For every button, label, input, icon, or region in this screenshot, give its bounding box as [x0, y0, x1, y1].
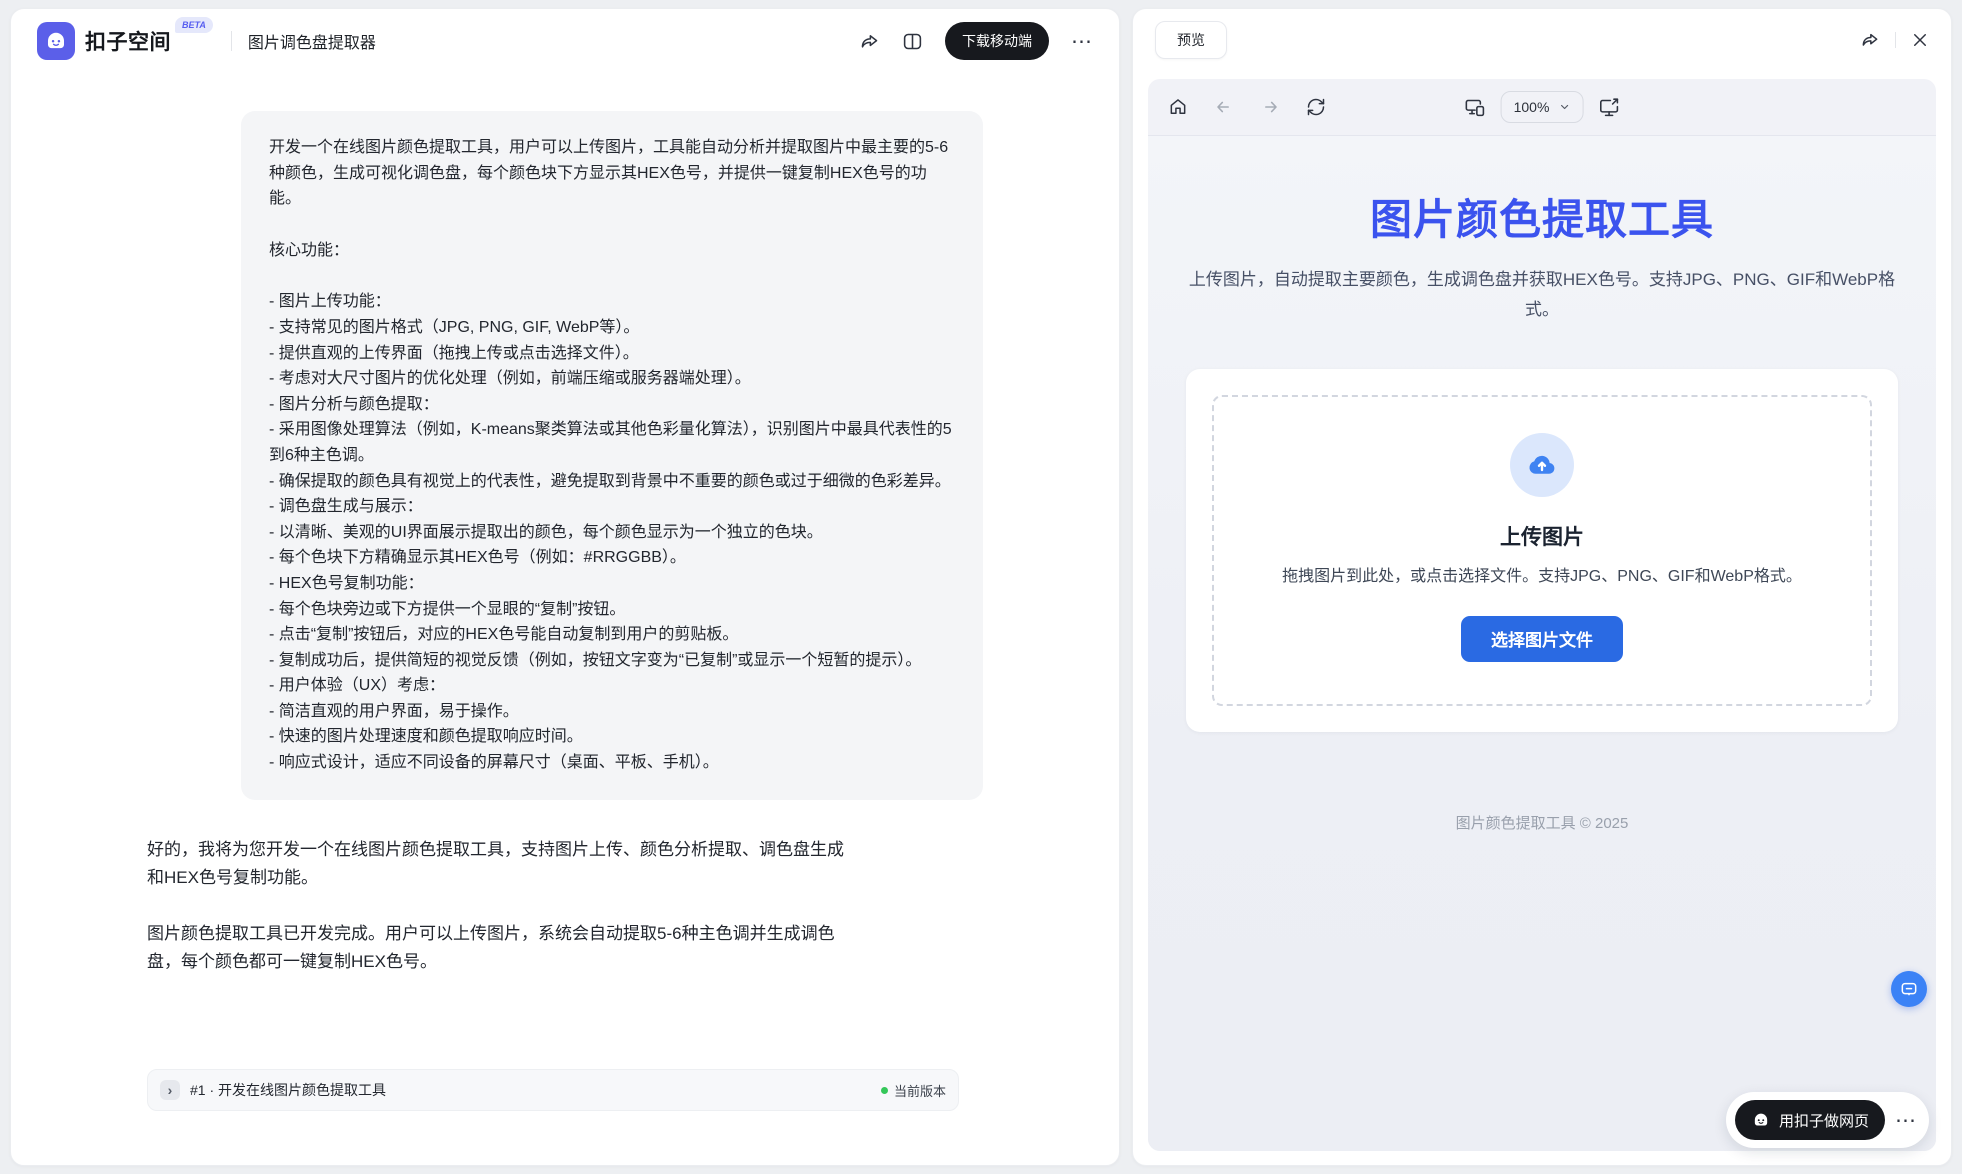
home-icon	[1168, 97, 1188, 117]
user-message-bullet: - 调色盘生成与展示：	[269, 494, 955, 520]
screen-share-icon	[1598, 97, 1619, 118]
upload-card: 上传图片 拖拽图片到此处，或点击选择文件。支持JPG、PNG、GIF和WebP格…	[1186, 369, 1898, 732]
user-message-bullet: - 考虑对大尺寸图片的优化处理（例如，前端压缩或服务器端处理）。	[269, 366, 955, 392]
close-preview-button[interactable]	[1911, 31, 1929, 49]
download-mobile-button[interactable]: 下载移动端	[945, 22, 1049, 60]
user-message-bullet: - HEX色号复制功能：	[269, 571, 955, 597]
assistant-reply-paragraph: 图片颜色提取工具已开发完成。用户可以上传图片，系统会自动提取5-6种主色调并生成…	[147, 920, 847, 976]
upload-icon-circle	[1510, 433, 1574, 497]
user-message-section-label: 核心功能：	[269, 238, 955, 264]
forward-button[interactable]	[1260, 97, 1280, 117]
refresh-button[interactable]	[1306, 97, 1326, 117]
upload-dropzone[interactable]: 上传图片 拖拽图片到此处，或点击选择文件。支持JPG、PNG、GIF和WebP格…	[1212, 395, 1872, 706]
chevron-down-icon	[1558, 101, 1570, 113]
chat-thread: 开发一个在线图片颜色提取工具，用户可以上传图片，工具能自动分析并提取图片中最主要…	[11, 73, 1119, 1165]
workspace-header: 扣子空间 BETA 图片调色盘提取器 下载移动端 ⋯	[11, 9, 1119, 73]
chat-fab-button[interactable]	[1891, 971, 1927, 1007]
user-message-bullet: - 图片分析与颜色提取：	[269, 392, 955, 418]
user-message-bullet: - 响应式设计，适应不同设备的屏幕尺寸（桌面、平板、手机）。	[269, 750, 955, 776]
home-button[interactable]	[1168, 97, 1188, 117]
split-view-icon	[902, 31, 923, 52]
back-button[interactable]	[1214, 97, 1234, 117]
zoom-level-dropdown[interactable]: 100%	[1501, 91, 1584, 123]
user-message-bullet-list: - 图片上传功能：- 支持常见的图片格式（JPG, PNG, GIF, WebP…	[269, 289, 955, 775]
coze-mascot-icon	[43, 28, 69, 54]
coze-logo	[37, 22, 75, 60]
user-message-bullet: - 每个色块旁边或下方提供一个显眼的“复制”按钮。	[269, 597, 955, 623]
user-message-bullet: - 复制成功后，提供简短的视觉反馈（例如，按钮文字变为“已复制”或显示一个短暂的…	[269, 648, 955, 674]
version-bar[interactable]: › #1 · 开发在线图片颜色提取工具 当前版本	[147, 1069, 959, 1111]
preview-page-subtitle: 上传图片，自动提取主要颜色，生成调色盘并获取HEX色号。支持JPG、PNG、GI…	[1177, 265, 1907, 325]
browser-toolbar: 100%	[1148, 79, 1936, 135]
zoom-level-value: 100%	[1514, 99, 1550, 115]
project-title: 图片调色盘提取器	[248, 29, 376, 53]
open-in-new-window-button[interactable]	[1598, 97, 1619, 118]
chat-bubble-icon	[1899, 979, 1919, 999]
monitor-smartphone-icon	[1465, 97, 1486, 118]
more-menu-button[interactable]: ⋯	[1071, 31, 1093, 52]
preview-panel: 预览	[1132, 8, 1952, 1166]
cloud-upload-icon	[1527, 450, 1557, 480]
version-label: #1 · 开发在线图片颜色提取工具	[190, 1080, 386, 1100]
close-icon	[1911, 31, 1929, 49]
forward-arrow-icon	[1260, 97, 1280, 117]
preview-footer: 图片颜色提取工具 © 2025	[1148, 812, 1936, 833]
coze-mascot-icon	[1751, 1110, 1771, 1130]
coze-branding-container: 用扣子做网页 ⋯	[1726, 1092, 1929, 1148]
user-message-bullet: - 支持常见的图片格式（JPG, PNG, GIF, WebP等）。	[269, 315, 955, 341]
back-arrow-icon	[1214, 97, 1234, 117]
share-icon	[859, 31, 880, 52]
user-message-intro: 开发一个在线图片颜色提取工具，用户可以上传图片，工具能自动分析并提取图片中最主要…	[269, 135, 955, 212]
header-divider	[1895, 32, 1896, 48]
user-message-bullet: - 以清晰、美观的UI界面展示提取出的颜色，每个颜色显示为一个独立的色块。	[269, 520, 955, 546]
made-with-coze-label: 用扣子做网页	[1779, 1110, 1869, 1131]
user-message-bullet: - 用户体验（UX）考虑：	[269, 673, 955, 699]
assistant-reply-paragraph: 好的，我将为您开发一个在线图片颜色提取工具，支持图片上传、颜色分析提取、调色盘生…	[147, 836, 847, 892]
version-status: 当前版本	[881, 1081, 946, 1100]
share-button[interactable]	[859, 31, 880, 52]
preview-share-button[interactable]	[1860, 30, 1880, 50]
split-view-button[interactable]	[902, 31, 923, 52]
device-toggle-button[interactable]	[1465, 97, 1486, 118]
upload-description: 拖拽图片到此处，或点击选择文件。支持JPG、PNG、GIF和WebP格式。	[1257, 563, 1827, 590]
user-message-bullet: - 快速的图片处理速度和颜色提取响应时间。	[269, 724, 955, 750]
current-version-text: 当前版本	[894, 1081, 946, 1100]
user-message-bullet: - 提供直观的上传界面（拖拽上传或点击选择文件）。	[269, 341, 955, 367]
header-divider	[231, 31, 232, 51]
user-message-bubble: 开发一个在线图片颜色提取工具，用户可以上传图片，工具能自动分析并提取图片中最主要…	[241, 111, 983, 800]
choose-file-button[interactable]: 选择图片文件	[1461, 616, 1623, 662]
user-message-bullet: - 每个色块下方精确显示其HEX色号（例如：#RRGGBB）。	[269, 545, 955, 571]
upload-heading: 上传图片	[1500, 521, 1584, 551]
app-name: 扣子空间	[85, 26, 171, 56]
beta-badge: BETA	[175, 17, 213, 33]
user-message-bullet: - 采用图像处理算法（例如，K-means聚类算法或其他色彩量化算法），识别图片…	[269, 417, 955, 468]
preview-page-title: 图片颜色提取工具	[1148, 186, 1936, 247]
preview-viewport: 图片颜色提取工具 上传图片，自动提取主要颜色，生成调色盘并获取HEX色号。支持J…	[1148, 135, 1936, 1151]
workspace-panel: 扣子空间 BETA 图片调色盘提取器 下载移动端 ⋯ 开发一个在线图片颜色提取工…	[10, 8, 1120, 1166]
terminal-prompt-icon: ›	[160, 1080, 180, 1100]
user-message-bullet: - 图片上传功能：	[269, 289, 955, 315]
refresh-icon	[1306, 97, 1326, 117]
assistant-reply: 好的，我将为您开发一个在线图片颜色提取工具，支持图片上传、颜色分析提取、调色盘生…	[147, 836, 847, 976]
browser-frame: 100% 图片颜色提取工具 上传图片，自动提取主要颜色，生成调色盘并获取HEX色…	[1148, 79, 1936, 1151]
user-message-bullet: - 点击“复制”按钮后，对应的HEX色号能自动复制到用户的剪贴板。	[269, 622, 955, 648]
preview-panel-header: 预览	[1133, 9, 1951, 71]
made-with-coze-button[interactable]: 用扣子做网页	[1735, 1100, 1885, 1140]
share-icon	[1860, 30, 1880, 50]
tab-preview[interactable]: 预览	[1155, 21, 1227, 59]
user-message-bullet: - 确保提取的颜色具有视觉上的代表性，避免提取到背景中不重要的颜色或过于细微的色…	[269, 469, 955, 495]
user-message-bullet: - 简洁直观的用户界面，易于操作。	[269, 699, 955, 725]
branding-more-button[interactable]: ⋯	[1895, 1110, 1917, 1131]
status-dot-icon	[881, 1087, 888, 1094]
